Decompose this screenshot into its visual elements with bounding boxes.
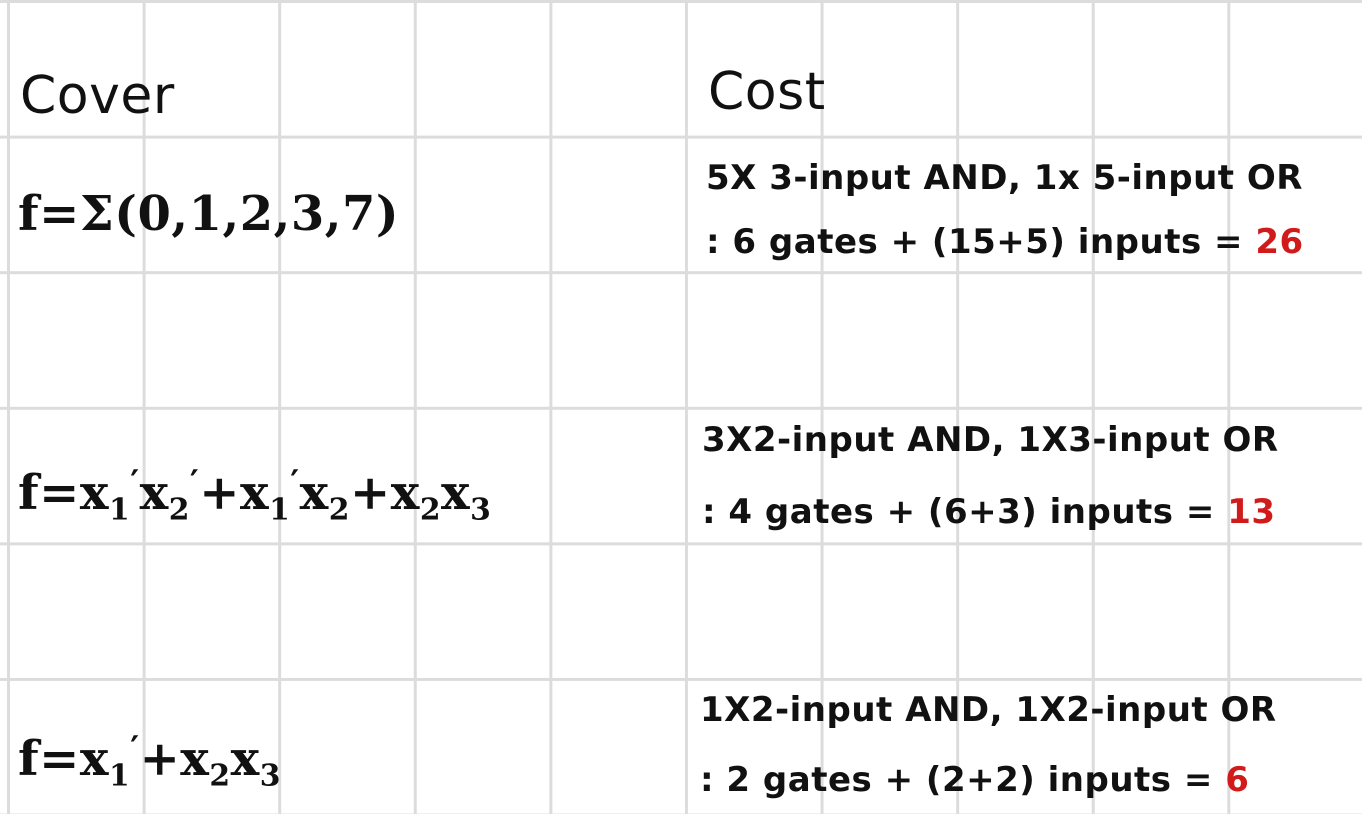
cost-row2-line1: 3X2-input AND, 1X3-input OR [702,420,1279,460]
prime: ′ [130,728,140,768]
formula-f: f [18,731,40,788]
var-x: x [180,731,210,788]
var-x: x [390,465,420,522]
cost-row3-line1: 1X2-input AND, 1X2-input OR [700,690,1277,730]
cost-row3-line2-text: : 2 gates + (2+2) inputs = [700,760,1213,800]
cost-row1-line2: : 6 gates + (15+5) inputs = 26 [706,222,1304,262]
cost-row2-line2-text: : 4 gates + (6+3) inputs = [702,492,1215,532]
cost-row1-total: 26 [1255,222,1304,262]
sub-1: 1 [269,492,291,528]
var-x: x [230,731,260,788]
var-x: x [79,731,109,788]
cost-row1-line1: 5X 3-input AND, 1x 5-input OR [706,158,1303,198]
formula-minterm-sum: f=Σ(0,1,2,3,7) [18,186,400,242]
var-x: x [299,465,329,522]
formula-minimal: f=x1′+x2x3 [18,728,281,794]
sub-2: 2 [209,758,231,794]
cost-row3-total: 6 [1225,760,1250,800]
sub-2: 2 [419,492,442,528]
prime: ′ [130,462,140,502]
sub-1: 1 [109,492,131,528]
sub-2: 2 [328,492,350,528]
cost-row2-total: 13 [1227,492,1276,532]
sub-3: 3 [259,758,281,794]
var-x: x [441,465,471,522]
prime: ′ [290,462,300,502]
cover-header: Cover [20,66,175,126]
formula-eq: = [39,465,80,522]
sub-3: 3 [470,492,492,528]
cost-row3-line2: : 2 gates + (2+2) inputs = 6 [700,760,1249,800]
var-x: x [79,465,109,522]
plus: + [199,465,240,522]
sub-2: 2 [168,492,190,528]
prime: ′ [189,462,200,502]
plus: + [349,465,391,522]
plus: + [139,731,181,788]
cost-header: Cost [708,62,826,122]
formula-f: f [18,465,40,522]
cost-row2-line2: : 4 gates + (6+3) inputs = 13 [702,492,1276,532]
var-x: x [239,465,270,522]
var-x: x [139,465,169,522]
formula-eq: = [39,731,80,788]
formula-sop-three-terms: f=x1′x2′+x1′x2+x2x3 [18,462,491,528]
sub-1: 1 [109,758,131,794]
cost-row1-line2-text: : 6 gates + (15+5) inputs = [706,222,1244,262]
